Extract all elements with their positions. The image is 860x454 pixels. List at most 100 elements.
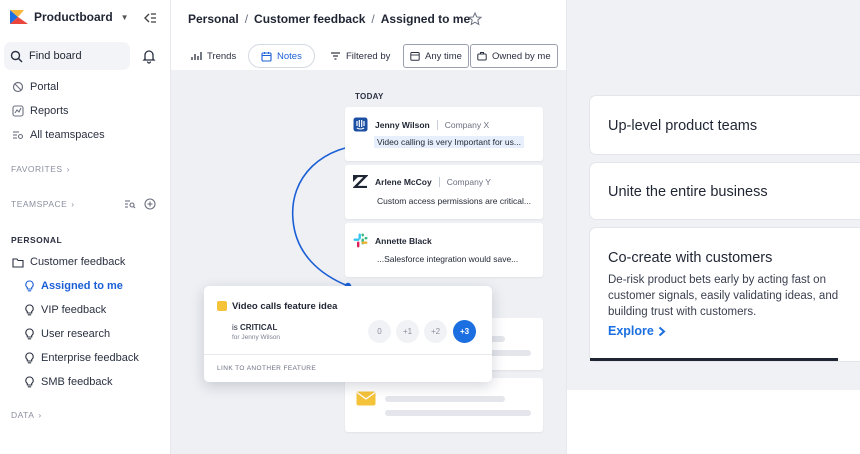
any-time-filter[interactable]: Any time — [403, 44, 469, 68]
importance-value: CRITICAL — [240, 323, 278, 332]
lightbulb-icon — [25, 352, 34, 364]
calendar-icon — [410, 52, 420, 61]
star-icon[interactable] — [468, 12, 482, 26]
filter-button[interactable]: Filtered by — [330, 44, 390, 68]
filter-label: Filtered by — [346, 50, 391, 62]
feature-card-description: De-risk product bets early by acting fas… — [608, 274, 839, 318]
workspace-switcher[interactable]: Productboard ▼ — [10, 10, 129, 24]
personal-section: PERSONAL — [11, 235, 62, 245]
feature-card-title: Up-level product teams — [608, 118, 758, 134]
note-card[interactable]: Arlene McCoy Company Y Custom access per… — [345, 165, 543, 219]
sidebar-folder-customer-feedback[interactable]: Customer feedback — [0, 251, 171, 273]
filter-value: Any time — [425, 50, 462, 62]
note-author: Annette Black — [375, 235, 432, 246]
tab-label: Trends — [207, 50, 237, 62]
score-3-button[interactable]: +3 — [453, 320, 476, 343]
note-message: Video calling is very Important for us..… — [374, 136, 524, 148]
bar-chart-icon — [191, 52, 202, 60]
reports-icon — [12, 105, 24, 117]
page-title: Assigned to me — [380, 12, 471, 26]
feature-card-unite[interactable]: Unite the entire business — [589, 162, 860, 220]
owned-by-filter[interactable]: Owned by me — [470, 44, 558, 68]
teamspace-section[interactable]: TEAMSPACE › — [11, 199, 75, 209]
chevron-right-icon: › — [38, 410, 42, 420]
teamspace-search-icon[interactable] — [124, 198, 136, 210]
productboard-logo-icon — [10, 10, 28, 24]
main-content: Personal / Customer feedback / Assigned … — [171, 0, 566, 454]
breadcrumb-item[interactable]: Personal — [188, 12, 239, 26]
divider — [438, 176, 440, 187]
score-0-button[interactable]: 0 — [368, 320, 391, 343]
note-author: Jenny Wilson — [375, 119, 430, 130]
trends-tab[interactable]: Trends — [191, 44, 236, 68]
note-message: Custom access permissions are critical..… — [377, 196, 531, 206]
sidebar-item-label: Customer feedback — [30, 256, 126, 268]
folder-icon — [12, 257, 24, 268]
importance-text: is CRITICAL — [232, 323, 277, 332]
feature-card-uplevel[interactable]: Up-level product teams — [589, 95, 860, 155]
section-label: TEAMSPACE — [11, 199, 68, 209]
filter-value: Owned by me — [492, 50, 551, 62]
sidebar-item-reports[interactable]: Reports — [0, 100, 171, 122]
feature-panel: Up-level product teams Unite the entire … — [567, 0, 860, 454]
note-header: Jenny Wilson Company X — [353, 117, 489, 132]
sidebar-item-enterprise-feedback[interactable]: Enterprise feedback — [0, 347, 171, 369]
find-board-button[interactable]: Find board — [4, 42, 130, 70]
bell-icon[interactable] — [141, 48, 157, 64]
chevron-right-icon: › — [71, 199, 75, 209]
sidebar: Productboard ▼ Find board Portal Reports… — [0, 0, 171, 454]
insight-popup: Video calls feature idea is CRITICAL for… — [204, 286, 492, 382]
panel-footer — [567, 390, 860, 454]
chevron-right-icon — [658, 326, 666, 336]
email-icon — [356, 391, 376, 406]
note-header: Annette Black — [353, 233, 432, 248]
portal-icon — [12, 81, 24, 93]
breadcrumb-item[interactable]: Customer feedback — [254, 12, 365, 26]
sidebar-item-portal[interactable]: Portal — [0, 76, 171, 98]
briefcase-icon — [477, 52, 487, 61]
placeholder-line — [385, 396, 505, 402]
sidebar-item-user-research[interactable]: User research — [0, 323, 171, 345]
sidebar-item-smb-feedback[interactable]: SMB feedback — [0, 371, 171, 393]
divider — [204, 354, 492, 355]
sidebar-item-assigned-to-me[interactable]: Assigned to me — [0, 275, 171, 297]
chevron-right-icon: › — [66, 164, 70, 174]
sidebar-item-vip-feedback[interactable]: VIP feedback — [0, 299, 171, 321]
intercom-icon — [353, 117, 368, 132]
explore-link[interactable]: Explore — [608, 324, 666, 338]
sidebar-item-label: Enterprise feedback — [41, 352, 139, 364]
add-teamspace-icon[interactable] — [144, 198, 156, 210]
sidebar-item-label: Assigned to me — [41, 280, 123, 292]
find-board-label: Find board — [29, 50, 82, 62]
brand-name: Productboard — [34, 10, 113, 24]
breadcrumb-separator: / — [244, 12, 249, 26]
score-1-button[interactable]: +1 — [396, 320, 419, 343]
note-author: Arlene McCoy — [375, 176, 432, 187]
note-header: Arlene McCoy Company Y — [353, 175, 491, 188]
active-indicator — [590, 358, 838, 361]
section-label: DATA — [11, 410, 35, 420]
sidebar-item-all-teamspaces[interactable]: All teamspaces — [0, 124, 171, 146]
note-card[interactable]: Jenny Wilson Company X Video calling is … — [345, 107, 543, 161]
feature-card-title: Unite the entire business — [608, 184, 768, 200]
section-label: PERSONAL — [11, 235, 63, 245]
favorites-section[interactable]: FAVORITES › — [11, 164, 70, 174]
app-window: Productboard ▼ Find board Portal Reports… — [0, 0, 567, 454]
note-card-placeholder — [345, 378, 543, 432]
teamspace-tools — [124, 198, 156, 210]
data-section[interactable]: DATA › — [11, 410, 42, 420]
score-2-button[interactable]: +2 — [424, 320, 447, 343]
feature-title[interactable]: Video calls feature idea — [232, 301, 337, 312]
placeholder-line — [385, 410, 531, 416]
section-label: FAVORITES — [11, 164, 63, 174]
link-feature-button[interactable]: LINK TO ANOTHER FEATURE — [217, 365, 316, 372]
sidebar-item-label: VIP feedback — [41, 304, 107, 316]
divider — [436, 119, 438, 130]
lightbulb-icon — [25, 328, 34, 340]
note-message: ...Salesforce integration would save... — [377, 254, 519, 264]
note-company: Company Y — [446, 176, 491, 187]
collapse-sidebar-icon[interactable] — [143, 11, 157, 25]
note-card[interactable]: Annette Black ...Salesforce integration … — [345, 223, 543, 277]
notes-tab[interactable]: Notes — [248, 44, 315, 68]
feature-card-cocreate[interactable]: Co-create with customers De-risk product… — [589, 227, 860, 362]
